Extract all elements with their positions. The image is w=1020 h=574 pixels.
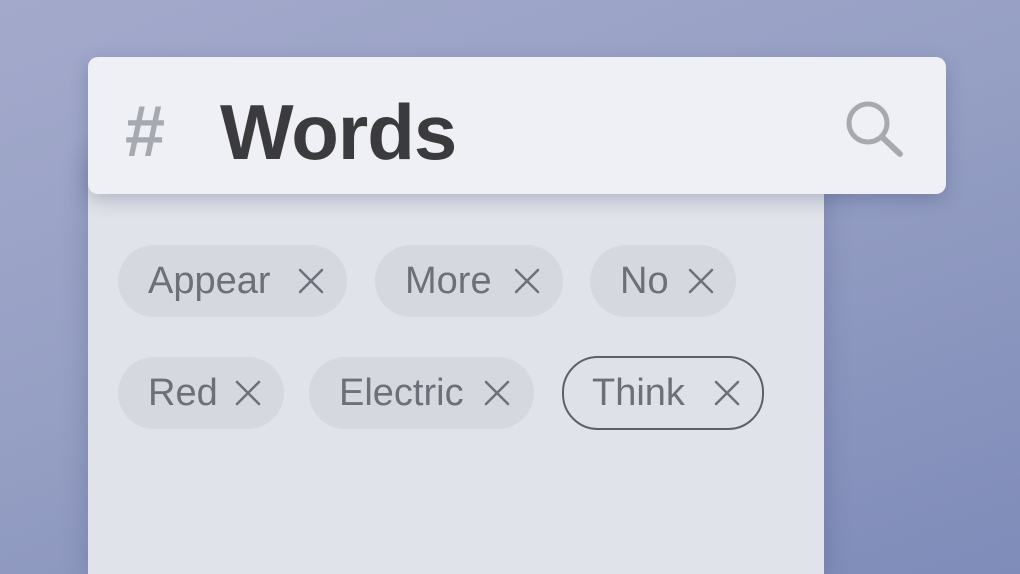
search-button[interactable] <box>838 92 908 162</box>
tag-label: No <box>620 259 669 302</box>
tag-label: Electric <box>339 371 464 414</box>
close-icon[interactable] <box>235 380 261 406</box>
tag-chip[interactable]: No <box>590 245 736 317</box>
tag-label: Appear <box>148 259 271 302</box>
close-icon[interactable] <box>298 268 324 294</box>
tag-chip[interactable]: Appear <box>118 245 347 317</box>
tag-chip[interactable]: Electric <box>309 357 534 429</box>
search-icon <box>846 101 903 157</box>
tag-chip-selected[interactable]: Think <box>562 356 764 430</box>
close-icon[interactable] <box>688 268 714 294</box>
tag-label: More <box>405 259 492 302</box>
page-title: Words <box>220 88 457 176</box>
close-icon[interactable] <box>714 380 740 406</box>
tag-chip[interactable]: Red <box>118 357 284 429</box>
tag-label: Red <box>148 371 218 414</box>
close-icon[interactable] <box>514 268 540 294</box>
tag-label: Think <box>592 371 685 414</box>
header-bar <box>88 57 946 194</box>
close-icon[interactable] <box>484 380 510 406</box>
hash-icon: # <box>125 92 166 172</box>
tag-chip[interactable]: More <box>375 245 563 317</box>
